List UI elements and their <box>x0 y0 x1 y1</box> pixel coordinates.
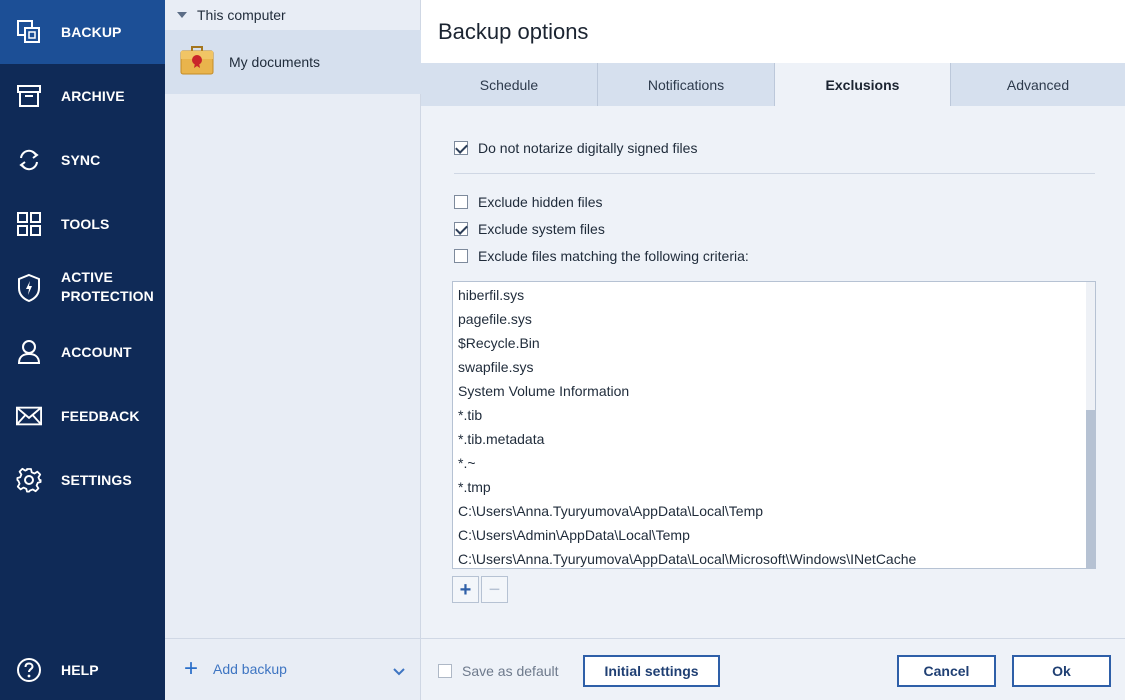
tools-icon <box>16 211 42 237</box>
divider <box>454 173 1095 174</box>
nav-settings[interactable]: SETTINGS <box>0 448 165 512</box>
nav-label-line2: PROTECTION <box>61 288 154 304</box>
backup-source-panel: This computer My documents + Add backup <box>165 0 421 700</box>
tab-notifications[interactable]: Notifications <box>598 63 775 106</box>
save-as-default-option[interactable]: Save as default <box>438 663 559 679</box>
list-item[interactable]: *.tib.metadata <box>453 427 1087 451</box>
source-footer: + Add backup <box>165 638 421 700</box>
option-exclude-hidden[interactable]: Exclude hidden files <box>454 194 603 210</box>
option-notarize[interactable]: Do not notarize digitally signed files <box>454 140 697 156</box>
dialog-footer: Save as default Initial settings Cancel … <box>421 638 1125 700</box>
nav-help[interactable]: HELP <box>0 638 165 700</box>
title-bar: Backup options <box>421 0 1125 63</box>
nav-label: ACTIVE PROTECTION <box>61 268 154 306</box>
nav-label-line1: ACTIVE <box>61 269 113 285</box>
nav-label: SYNC <box>61 151 101 168</box>
checkbox[interactable] <box>454 141 468 155</box>
list-item[interactable]: C:\Users\Anna.Tyuryumova\AppData\Local\T… <box>453 499 1087 523</box>
chevron-down-icon[interactable] <box>393 663 405 681</box>
gear-icon <box>16 467 42 493</box>
option-label: Do not notarize digitally signed files <box>478 140 698 156</box>
nav-label: TOOLS <box>61 215 110 232</box>
list-item[interactable]: System Volume Information <box>453 379 1087 403</box>
archive-icon <box>16 83 42 109</box>
exclusions-content: Do not notarize digitally signed files E… <box>421 106 1125 638</box>
nav-archive[interactable]: ARCHIVE <box>0 64 165 128</box>
list-item[interactable]: $Recycle.Bin <box>453 331 1087 355</box>
nav-feedback[interactable]: FEEDBACK <box>0 384 165 448</box>
nav-label: ACCOUNT <box>61 343 132 360</box>
list-item[interactable]: swapfile.sys <box>453 355 1087 379</box>
nav-account[interactable]: ACCOUNT <box>0 320 165 384</box>
list-item[interactable]: C:\Users\Anna.Tyuryumova\AppData\Local\M… <box>453 547 1087 568</box>
list-item[interactable]: *.tmp <box>453 475 1087 499</box>
page-title: Backup options <box>438 19 589 44</box>
list-item[interactable]: pagefile.sys <box>453 307 1087 331</box>
shield-icon <box>16 273 42 303</box>
initial-settings-button[interactable]: Initial settings <box>583 655 720 687</box>
list-item[interactable]: *.~ <box>453 451 1087 475</box>
list-item[interactable]: hiberfil.sys <box>453 283 1087 307</box>
sync-icon <box>16 147 42 173</box>
save-as-default-label: Save as default <box>462 663 559 679</box>
option-exclude-matching[interactable]: Exclude files matching the following cri… <box>454 248 749 264</box>
backup-icon <box>16 19 42 45</box>
option-label: Exclude files matching the following cri… <box>478 248 749 264</box>
options-tabs: Schedule Notifications Exclusions Advanc… <box>421 63 1125 106</box>
group-header[interactable]: This computer <box>165 0 421 30</box>
nav-label: HELP <box>61 661 99 678</box>
nav-active-protection[interactable]: ACTIVE PROTECTION <box>0 256 165 320</box>
list-item[interactable]: C:\Users\Admin\AppData\Local\Temp <box>453 523 1087 547</box>
tab-advanced[interactable]: Advanced <box>951 63 1125 106</box>
ok-button[interactable]: Ok <box>1012 655 1111 687</box>
plus-icon: + <box>183 655 198 682</box>
scrollbar-thumb[interactable] <box>1086 410 1095 568</box>
nav-label: FEEDBACK <box>61 407 140 424</box>
group-header-label: This computer <box>197 7 286 23</box>
backup-item-my-documents[interactable]: My documents <box>165 30 421 94</box>
cancel-button[interactable]: Cancel <box>897 655 996 687</box>
list-item[interactable]: *.tib <box>453 403 1087 427</box>
nav-sync[interactable]: SYNC <box>0 128 165 192</box>
checkbox[interactable] <box>454 195 468 209</box>
nav-backup[interactable]: BACKUP <box>0 0 165 64</box>
exclusion-list[interactable]: hiberfil.sys pagefile.sys $Recycle.Bin s… <box>452 281 1096 569</box>
tab-exclusions[interactable]: Exclusions <box>775 63 951 106</box>
option-label: Exclude hidden files <box>478 194 603 210</box>
backup-item-label: My documents <box>229 54 321 70</box>
backup-options-panel: Backup options Schedule Notifications Ex… <box>421 0 1125 700</box>
nav-tools[interactable]: TOOLS <box>0 192 165 256</box>
checkbox[interactable] <box>438 664 452 678</box>
checkbox[interactable] <box>454 222 468 236</box>
collapse-triangle-icon <box>177 12 187 18</box>
main-navigation: BACKUP ARCHIVE SYNC TOOLS ACTIVE PROTECTI… <box>0 0 165 700</box>
help-icon <box>16 657 42 683</box>
account-icon <box>16 339 42 365</box>
option-label: Exclude system files <box>478 221 605 237</box>
remove-exclusion-button[interactable]: − <box>481 576 508 603</box>
briefcase-icon <box>180 45 214 80</box>
checkbox[interactable] <box>454 249 468 263</box>
nav-label: BACKUP <box>61 23 122 40</box>
nav-label: SETTINGS <box>61 471 132 488</box>
add-backup-button[interactable]: + Add backup <box>179 657 287 681</box>
envelope-icon <box>16 403 42 429</box>
add-backup-label: Add backup <box>213 661 287 677</box>
option-exclude-system[interactable]: Exclude system files <box>454 221 605 237</box>
tab-schedule[interactable]: Schedule <box>421 63 598 106</box>
add-exclusion-button[interactable]: + <box>452 576 479 603</box>
nav-label: ARCHIVE <box>61 87 125 104</box>
